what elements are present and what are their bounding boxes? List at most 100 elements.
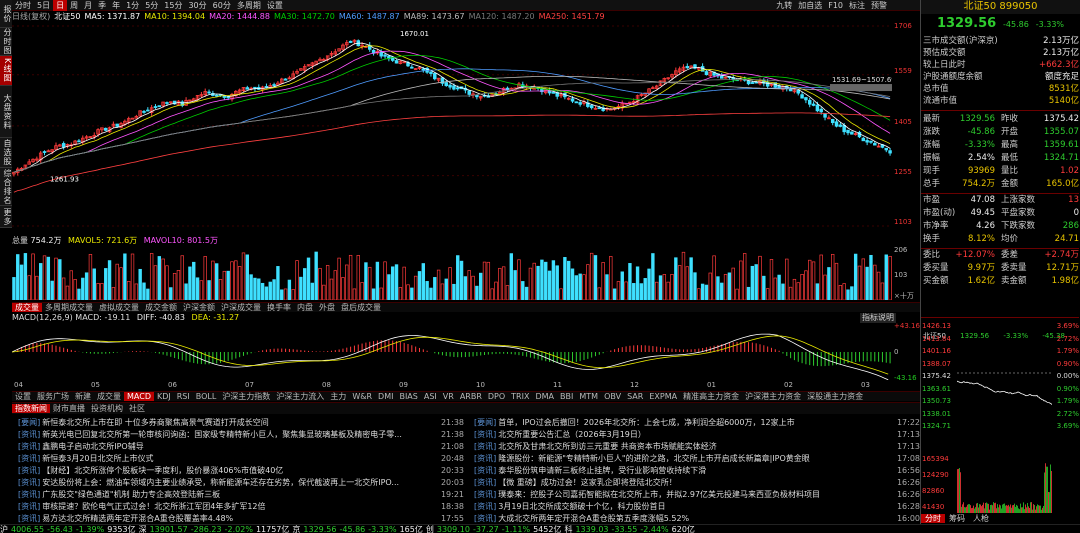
indicator-tab-7[interactable]: BOLL bbox=[193, 392, 220, 401]
volume-subtab-7[interactable]: 内盘 bbox=[294, 303, 316, 312]
indicator-tab-13[interactable]: BIAS bbox=[396, 392, 420, 401]
chart-tool-2[interactable]: F10 bbox=[825, 0, 846, 11]
indicator-tab-17[interactable]: DPO bbox=[485, 392, 508, 401]
news-item[interactable]: [资讯] 3月19日北交所成交额破十个亿，科力股份首日 16:28 bbox=[474, 502, 920, 512]
indicator-tab-19[interactable]: DMA bbox=[532, 392, 557, 401]
period-tab-5[interactable]: 季 bbox=[95, 0, 109, 11]
indicator-tab-9[interactable]: 沪深主力流入 bbox=[273, 392, 327, 401]
news-item[interactable]: [资讯] 北交所重要公告汇总（2026年3月19日） 17:13 bbox=[474, 430, 920, 440]
news-item[interactable]: [资讯] 安达股份将上会：燃油车领域内主要业绩承受，称新能源车还存在劣势，保代截波… bbox=[18, 478, 464, 488]
volume-subtab-2[interactable]: 虚拟成交量 bbox=[96, 303, 142, 312]
indicator-tab-20[interactable]: BBI bbox=[557, 392, 576, 401]
news-item[interactable]: [资讯] 【微 重磅】成功过会！这家乳企即将登陆北交所！ 16:26 bbox=[474, 478, 920, 488]
volume-subtab-1[interactable]: 多周期成交量 bbox=[42, 303, 96, 312]
news-item[interactable]: [资讯] 北交所及甘肃北交所到访三元重要 共商资本市场赋能实体经济 17:13 bbox=[474, 442, 920, 452]
news-tab-3[interactable]: 社区 bbox=[126, 404, 148, 413]
indicator-tab-11[interactable]: W&R bbox=[349, 392, 375, 401]
quote-grid-row: 市盈 47.08 上涨家数 13 bbox=[923, 195, 1079, 206]
indicator-tab-1[interactable]: 服务广场 bbox=[34, 392, 72, 401]
period-tab-1[interactable]: 5日 bbox=[34, 0, 53, 11]
volume-subtab-8[interactable]: 外盘 bbox=[316, 303, 338, 312]
indicator-tab-24[interactable]: EXPMA bbox=[646, 392, 680, 401]
left-tab-5[interactable]: 综合排名 bbox=[0, 168, 12, 206]
quote-bottom-tab-0[interactable]: 分时 bbox=[921, 514, 945, 523]
indicator-tab-18[interactable]: TRIX bbox=[508, 392, 532, 401]
chart-tool-4[interactable]: 预警 bbox=[868, 0, 890, 11]
indicator-tab-3[interactable]: 成交量 bbox=[94, 392, 124, 401]
period-tab-11[interactable]: 60分 bbox=[210, 0, 234, 11]
news-tab-0[interactable]: 指数新闻 bbox=[12, 404, 50, 413]
period-tab-2[interactable]: 日 bbox=[53, 0, 68, 11]
indicator-tab-4[interactable]: MACD bbox=[124, 392, 154, 401]
left-tab-6[interactable]: 更多 bbox=[0, 206, 12, 228]
news-item[interactable]: [资讯] 鑫鹏电子启动北交所IPO辅导 21:08 bbox=[18, 442, 464, 452]
news-item[interactable]: [资讯] 大成北交所两年定开混合A重仓股第五季度涨幅5.52% 16:00 bbox=[474, 514, 920, 524]
indicator-tab-5[interactable]: KDJ bbox=[154, 392, 174, 401]
quote-bottom-tab-1[interactable]: 筹码 bbox=[945, 514, 969, 523]
news-item[interactable]: [资讯] 隆源股份：新能源"专精特新小巨人"的进阶之路，北交所上市开启成长新篇章|… bbox=[474, 454, 920, 464]
volume-chart[interactable] bbox=[12, 247, 892, 300]
period-tab-12[interactable]: 多周期 bbox=[234, 0, 264, 11]
period-tab-7[interactable]: 1分 bbox=[123, 0, 142, 11]
indicator-tab-21[interactable]: MTM bbox=[576, 392, 601, 401]
indicator-tab-10[interactable]: 主力 bbox=[327, 392, 349, 401]
volume-bar bbox=[735, 288, 739, 300]
period-tab-8[interactable]: 5分 bbox=[142, 0, 161, 11]
indicator-tab-8[interactable]: 沪深主力指数 bbox=[219, 392, 273, 401]
intraday-mini-chart[interactable] bbox=[957, 343, 1052, 427]
indicator-tab-6[interactable]: RSI bbox=[174, 392, 193, 401]
quote-grid-row: 委比 +12.07% 委差 +2.74万 bbox=[923, 250, 1079, 261]
indicator-tab-0[interactable]: 设置 bbox=[12, 392, 34, 401]
volume-subtab-5[interactable]: 沪深成交量 bbox=[218, 303, 264, 312]
period-tab-6[interactable]: 年 bbox=[109, 0, 123, 11]
volume-subtab-9[interactable]: 盘后成交量 bbox=[338, 303, 384, 312]
news-item[interactable]: [资讯] 璞泰来：控股子公司嘉拓智能拟在北交所上市，并拟2.97亿美元投建马来西亚… bbox=[474, 490, 920, 500]
period-tab-13[interactable]: 设置 bbox=[264, 0, 286, 11]
indicator-tab-15[interactable]: VR bbox=[440, 392, 457, 401]
volume-subtab-0[interactable]: 成交量 bbox=[12, 303, 42, 312]
news-item[interactable]: [资讯] 审核提速？欧伦电气正式过会！北交所浙江军团4年多扩军12倍 18:38 bbox=[18, 502, 464, 512]
chart-tool-3[interactable]: 标注 bbox=[846, 0, 868, 11]
news-item[interactable]: [要闻] 首单，IPO过会后撤回！2026年北交所：上会七成，净利润全超6000万… bbox=[474, 418, 920, 428]
indicator-tab-22[interactable]: OBV bbox=[601, 392, 624, 401]
indicator-tab-27[interactable]: 深股通主力资金 bbox=[804, 392, 866, 401]
indicator-tab-23[interactable]: SAR bbox=[624, 392, 646, 401]
indicator-tab-14[interactable]: ASI bbox=[421, 392, 440, 401]
chart-tool-1[interactable]: 加自选 bbox=[795, 0, 825, 11]
indicator-help-button[interactable]: 指标说明 bbox=[860, 313, 896, 323]
news-item[interactable]: [资讯] 泰华股份筑申请新三板终止挂牌，受行业影响营收持续下滑 16:56 bbox=[474, 466, 920, 476]
left-tab-2[interactable]: K线图 bbox=[0, 56, 12, 86]
news-item[interactable]: [资讯] 易方达北交所精选两年定开混合A重仓股覆盖率4.48% 17:55 bbox=[18, 514, 464, 524]
volume-subtab-4[interactable]: 沪深金额 bbox=[180, 303, 218, 312]
intraday-mini-volume[interactable] bbox=[957, 458, 1052, 513]
left-tab-1[interactable]: 分时图 bbox=[0, 28, 12, 56]
chart-mode-badge[interactable]: 日线(复权) bbox=[12, 12, 50, 21]
indicator-tab-16[interactable]: ARBR bbox=[457, 392, 485, 401]
news-tab-2[interactable]: 投资机构 bbox=[88, 404, 126, 413]
candle-body bbox=[207, 91, 211, 94]
volume-subtab-3[interactable]: 成交金额 bbox=[142, 303, 180, 312]
left-tab-4[interactable]: 自选股 bbox=[0, 138, 12, 168]
macd-chart[interactable] bbox=[12, 324, 892, 380]
news-item[interactable]: [资讯] 新恒泰3月20日北交所上市仪式 20:48 bbox=[18, 454, 464, 464]
news-item[interactable]: [资讯] 【财经】北交所涨停个股板块一季度利，股价暴涨406%市值破40亿 20:3… bbox=[18, 466, 464, 476]
quote-bottom-tab-2[interactable]: 人枪 bbox=[969, 514, 993, 523]
volume-subtab-6[interactable]: 换手率 bbox=[264, 303, 294, 312]
indicator-tab-26[interactable]: 沪深港主力资金 bbox=[742, 392, 804, 401]
indicator-tab-12[interactable]: DMI bbox=[375, 392, 396, 401]
indicator-tab-2[interactable]: 新建 bbox=[72, 392, 94, 401]
indicator-tab-25[interactable]: 精准高主力资金 bbox=[680, 392, 742, 401]
candlestick-chart[interactable]: 1670.01 1261.93 1531.69~1507.69 bbox=[12, 22, 892, 230]
period-tab-10[interactable]: 30分 bbox=[185, 0, 209, 11]
left-tab-3[interactable]: 大盘资料 bbox=[0, 86, 12, 138]
chart-tool-0[interactable]: 九转 bbox=[773, 0, 795, 11]
period-tab-9[interactable]: 15分 bbox=[161, 0, 185, 11]
news-item[interactable]: [资讯] 新英光电已回复北交所第一轮审核问询函：国家级专精特新小巨人，聚焦集显玻璃… bbox=[18, 430, 464, 440]
news-item[interactable]: [要闻] 新恒泰北交所上市在即 十位多券商聚焦高景气赛道打开成长空间 21:38 bbox=[18, 418, 464, 428]
news-item[interactable]: [资讯] 广东股交"绿色通道"机制 助力专企高效登陆新三板 19:21 bbox=[18, 490, 464, 500]
news-tab-1[interactable]: 财市直播 bbox=[50, 404, 88, 413]
left-tab-0[interactable]: 报价 bbox=[0, 0, 12, 28]
period-tab-4[interactable]: 月 bbox=[81, 0, 95, 11]
period-tab-0[interactable]: 分时 bbox=[12, 0, 34, 11]
period-tab-3[interactable]: 周 bbox=[67, 0, 81, 11]
